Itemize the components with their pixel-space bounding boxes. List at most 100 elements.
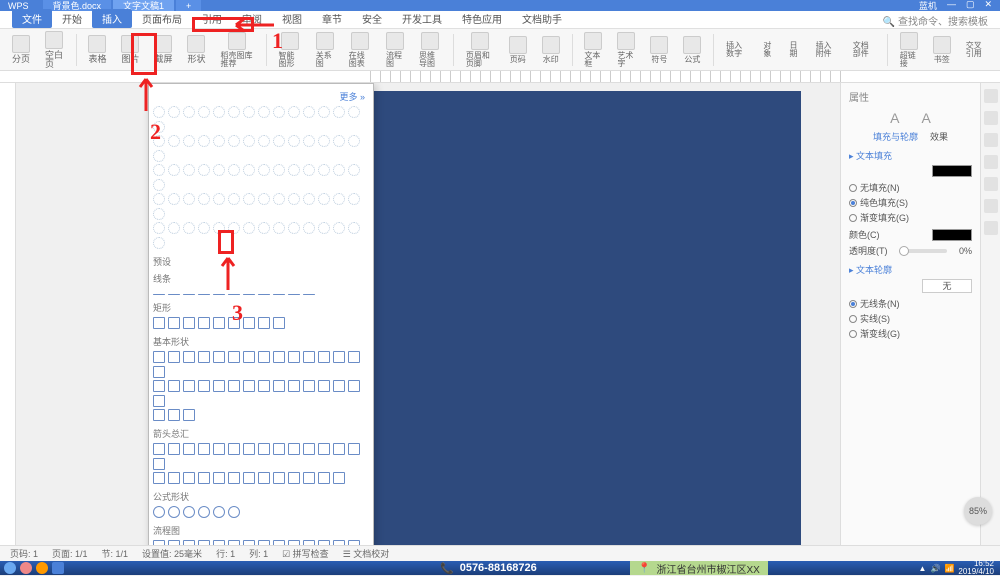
shape-icon[interactable] bbox=[243, 540, 255, 545]
opt-gradline[interactable]: 渐变线(G) bbox=[849, 326, 972, 341]
preset-shape-icon[interactable] bbox=[213, 106, 225, 118]
outline-combo[interactable]: 无 bbox=[922, 279, 972, 293]
opt-line[interactable]: 实线(S) bbox=[849, 311, 972, 326]
shape-icon[interactable] bbox=[183, 506, 195, 518]
document-page[interactable] bbox=[361, 91, 801, 545]
preset-shape-icon[interactable] bbox=[153, 222, 165, 234]
side-icon-6[interactable] bbox=[984, 199, 998, 213]
preset-shape-icon[interactable] bbox=[348, 164, 360, 176]
shape-icon[interactable] bbox=[198, 294, 210, 295]
shape-icon[interactable] bbox=[183, 380, 195, 392]
tool-textbox[interactable]: 文本框 bbox=[578, 30, 608, 70]
color-picker[interactable] bbox=[932, 229, 972, 241]
tab-effect[interactable]: 效果 bbox=[930, 130, 948, 143]
shape-icon[interactable] bbox=[348, 540, 360, 545]
grp-fill[interactable]: ▸ 文本填充 bbox=[849, 149, 972, 162]
more-shapes-link[interactable]: 更多 » bbox=[153, 88, 365, 105]
shape-icon[interactable] bbox=[168, 380, 180, 392]
shape-icon[interactable] bbox=[273, 472, 285, 484]
shape-icon[interactable] bbox=[348, 380, 360, 392]
preset-shape-icon[interactable] bbox=[333, 193, 345, 205]
preset-shape-icon[interactable] bbox=[228, 106, 240, 118]
status-page[interactable]: 页码: 1 bbox=[10, 547, 38, 560]
preset-shape-icon[interactable] bbox=[198, 222, 210, 234]
menu-layout[interactable]: 页面布局 bbox=[132, 9, 192, 28]
shape-icon[interactable] bbox=[243, 351, 255, 363]
shape-icon[interactable] bbox=[153, 472, 165, 484]
preset-shape-icon[interactable] bbox=[168, 193, 180, 205]
shape-icon[interactable] bbox=[303, 472, 315, 484]
tool-image[interactable]: 图片 bbox=[115, 33, 145, 66]
tray-icon[interactable]: 📶 bbox=[944, 564, 954, 573]
shape-icon[interactable] bbox=[273, 317, 285, 329]
opt-solid[interactable]: 纯色填充(S) bbox=[849, 195, 972, 210]
shape-icon[interactable] bbox=[183, 294, 195, 295]
menu-assistant[interactable]: 文档助手 bbox=[512, 9, 572, 28]
preset-shape-icon[interactable] bbox=[243, 135, 255, 147]
preset-shape-icon[interactable] bbox=[168, 222, 180, 234]
shape-icon[interactable] bbox=[213, 317, 225, 329]
preset-shape-icon[interactable] bbox=[303, 222, 315, 234]
preset-shape-icon[interactable] bbox=[153, 106, 165, 118]
menu-insert[interactable]: 插入 bbox=[92, 9, 132, 28]
preset-shape-icon[interactable] bbox=[288, 164, 300, 176]
shape-icon[interactable] bbox=[213, 506, 225, 518]
tb-ico-2[interactable] bbox=[20, 562, 32, 574]
clock[interactable]: 16:52 2019/4/10 bbox=[958, 560, 994, 576]
shape-icon[interactable] bbox=[168, 317, 180, 329]
preset-shape-icon[interactable] bbox=[228, 164, 240, 176]
shape-icon[interactable] bbox=[153, 317, 165, 329]
side-icon-3[interactable] bbox=[984, 133, 998, 147]
shape-icon[interactable] bbox=[168, 351, 180, 363]
preset-shape-icon[interactable] bbox=[228, 193, 240, 205]
preset-shape-icon[interactable] bbox=[303, 193, 315, 205]
shape-icon[interactable] bbox=[243, 317, 255, 329]
tray-icon[interactable]: 🔊 bbox=[930, 564, 940, 573]
preset-shape-icon[interactable] bbox=[288, 106, 300, 118]
tb-ico-4[interactable] bbox=[52, 562, 64, 574]
tool-shapes[interactable]: 形状 bbox=[181, 33, 211, 66]
shape-icon[interactable] bbox=[243, 443, 255, 455]
preset-shape-icon[interactable] bbox=[273, 193, 285, 205]
menu-dev[interactable]: 开发工具 bbox=[392, 9, 452, 28]
tool-symbol[interactable]: 符号 bbox=[644, 34, 674, 66]
shape-icon[interactable] bbox=[288, 351, 300, 363]
preset-shape-icon[interactable] bbox=[303, 135, 315, 147]
preset-shape-icon[interactable] bbox=[168, 106, 180, 118]
tool-number[interactable]: 插入数字 bbox=[720, 40, 754, 60]
shape-icon[interactable] bbox=[303, 294, 315, 295]
shape-icon[interactable] bbox=[228, 443, 240, 455]
shape-icon[interactable] bbox=[153, 540, 165, 545]
preset-shape-icon[interactable] bbox=[168, 135, 180, 147]
start-icon[interactable] bbox=[4, 562, 16, 574]
tool-blank[interactable]: 空白页 bbox=[39, 29, 70, 71]
tab-a-fill-icon[interactable]: A bbox=[890, 110, 899, 126]
preset-shape-icon[interactable] bbox=[168, 164, 180, 176]
tool-parts[interactable]: 文档部件 bbox=[847, 40, 881, 60]
zoom-badge[interactable]: 85% bbox=[964, 497, 992, 525]
shape-icon[interactable] bbox=[153, 458, 165, 470]
tb-ico-3[interactable] bbox=[36, 562, 48, 574]
fill-color-swatch[interactable] bbox=[932, 165, 972, 177]
shape-icon[interactable] bbox=[318, 443, 330, 455]
shape-icon[interactable] bbox=[213, 380, 225, 392]
tool-watermark[interactable]: 水印 bbox=[536, 34, 566, 66]
shape-icon[interactable] bbox=[348, 351, 360, 363]
shape-icon[interactable] bbox=[168, 472, 180, 484]
shape-icon[interactable] bbox=[303, 443, 315, 455]
shape-icon[interactable] bbox=[198, 380, 210, 392]
shape-icon[interactable] bbox=[333, 380, 345, 392]
preset-shape-icon[interactable] bbox=[258, 193, 270, 205]
preset-shape-icon[interactable] bbox=[333, 164, 345, 176]
shape-icon[interactable] bbox=[198, 443, 210, 455]
preset-shape-icon[interactable] bbox=[348, 193, 360, 205]
shape-icon[interactable] bbox=[318, 540, 330, 545]
shape-icon[interactable] bbox=[243, 294, 255, 295]
tool-formula[interactable]: 公式 bbox=[677, 34, 707, 66]
menu-view[interactable]: 视图 bbox=[272, 9, 312, 28]
side-icon-2[interactable] bbox=[984, 111, 998, 125]
preset-shape-icon[interactable] bbox=[273, 135, 285, 147]
shape-icon[interactable] bbox=[333, 540, 345, 545]
tool-bookmark[interactable]: 书签 bbox=[927, 34, 957, 66]
preset-shape-icon[interactable] bbox=[243, 222, 255, 234]
